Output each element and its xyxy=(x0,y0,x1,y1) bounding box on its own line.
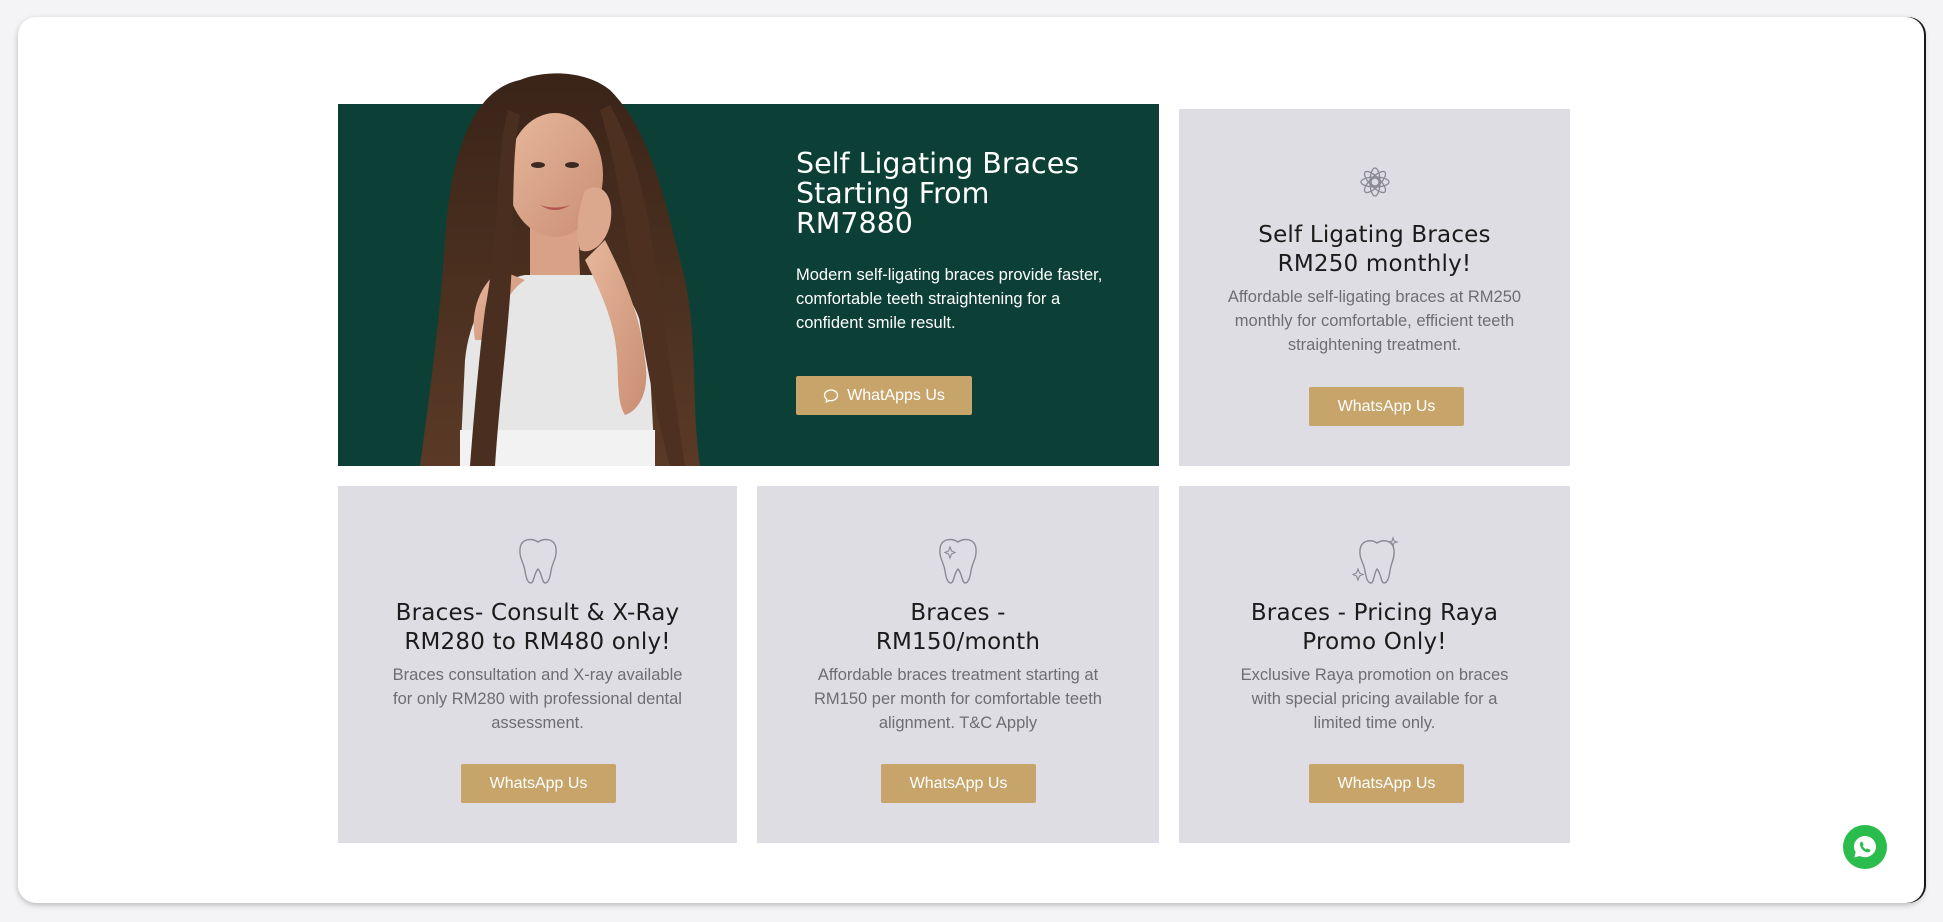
hero-portrait-image xyxy=(420,73,700,466)
card-title: Braces- Consult & X-Ray RM280 to RM480 o… xyxy=(395,600,680,655)
card-description: Braces consultation and X-ray available … xyxy=(392,666,683,732)
card-title: Braces - Pricing Raya Promo Only! xyxy=(1250,600,1499,655)
lotus-icon xyxy=(1349,155,1401,209)
card-4-whatsapp-button[interactable]: WhatsApp Us xyxy=(1309,764,1464,803)
card-title: Self Ligating Braces RM250 monthly! xyxy=(1258,222,1491,277)
hero-whatsapp-button[interactable]: WhatApps Us xyxy=(796,376,972,415)
card-description: Exclusive Raya promotion on braces with … xyxy=(1240,666,1509,732)
hero-description: Modern self-ligating braces provide fast… xyxy=(796,266,1103,332)
card-title: Braces - RM150/month xyxy=(875,600,1041,655)
card-description: Affordable braces treatment starting at … xyxy=(814,666,1102,732)
card-2-whatsapp-button[interactable]: WhatsApp Us xyxy=(461,764,616,803)
hero-button-label: WhatApps Us xyxy=(847,386,945,404)
hero-title: Self Ligating Braces Starting From RM788… xyxy=(796,147,1080,240)
chat-icon xyxy=(823,388,839,404)
card-3-whatsapp-button[interactable]: WhatsApp Us xyxy=(881,764,1036,803)
tooth-icon xyxy=(512,533,564,587)
floating-whatsapp-button[interactable] xyxy=(1843,825,1887,869)
whatsapp-icon xyxy=(1851,833,1879,861)
card-description: Affordable self-ligating braces at RM250… xyxy=(1227,288,1522,354)
card-1-whatsapp-button[interactable]: WhatsApp Us xyxy=(1309,387,1464,426)
sparkle-tooth-icon xyxy=(932,533,984,587)
shining-tooth-icon xyxy=(1349,533,1401,587)
